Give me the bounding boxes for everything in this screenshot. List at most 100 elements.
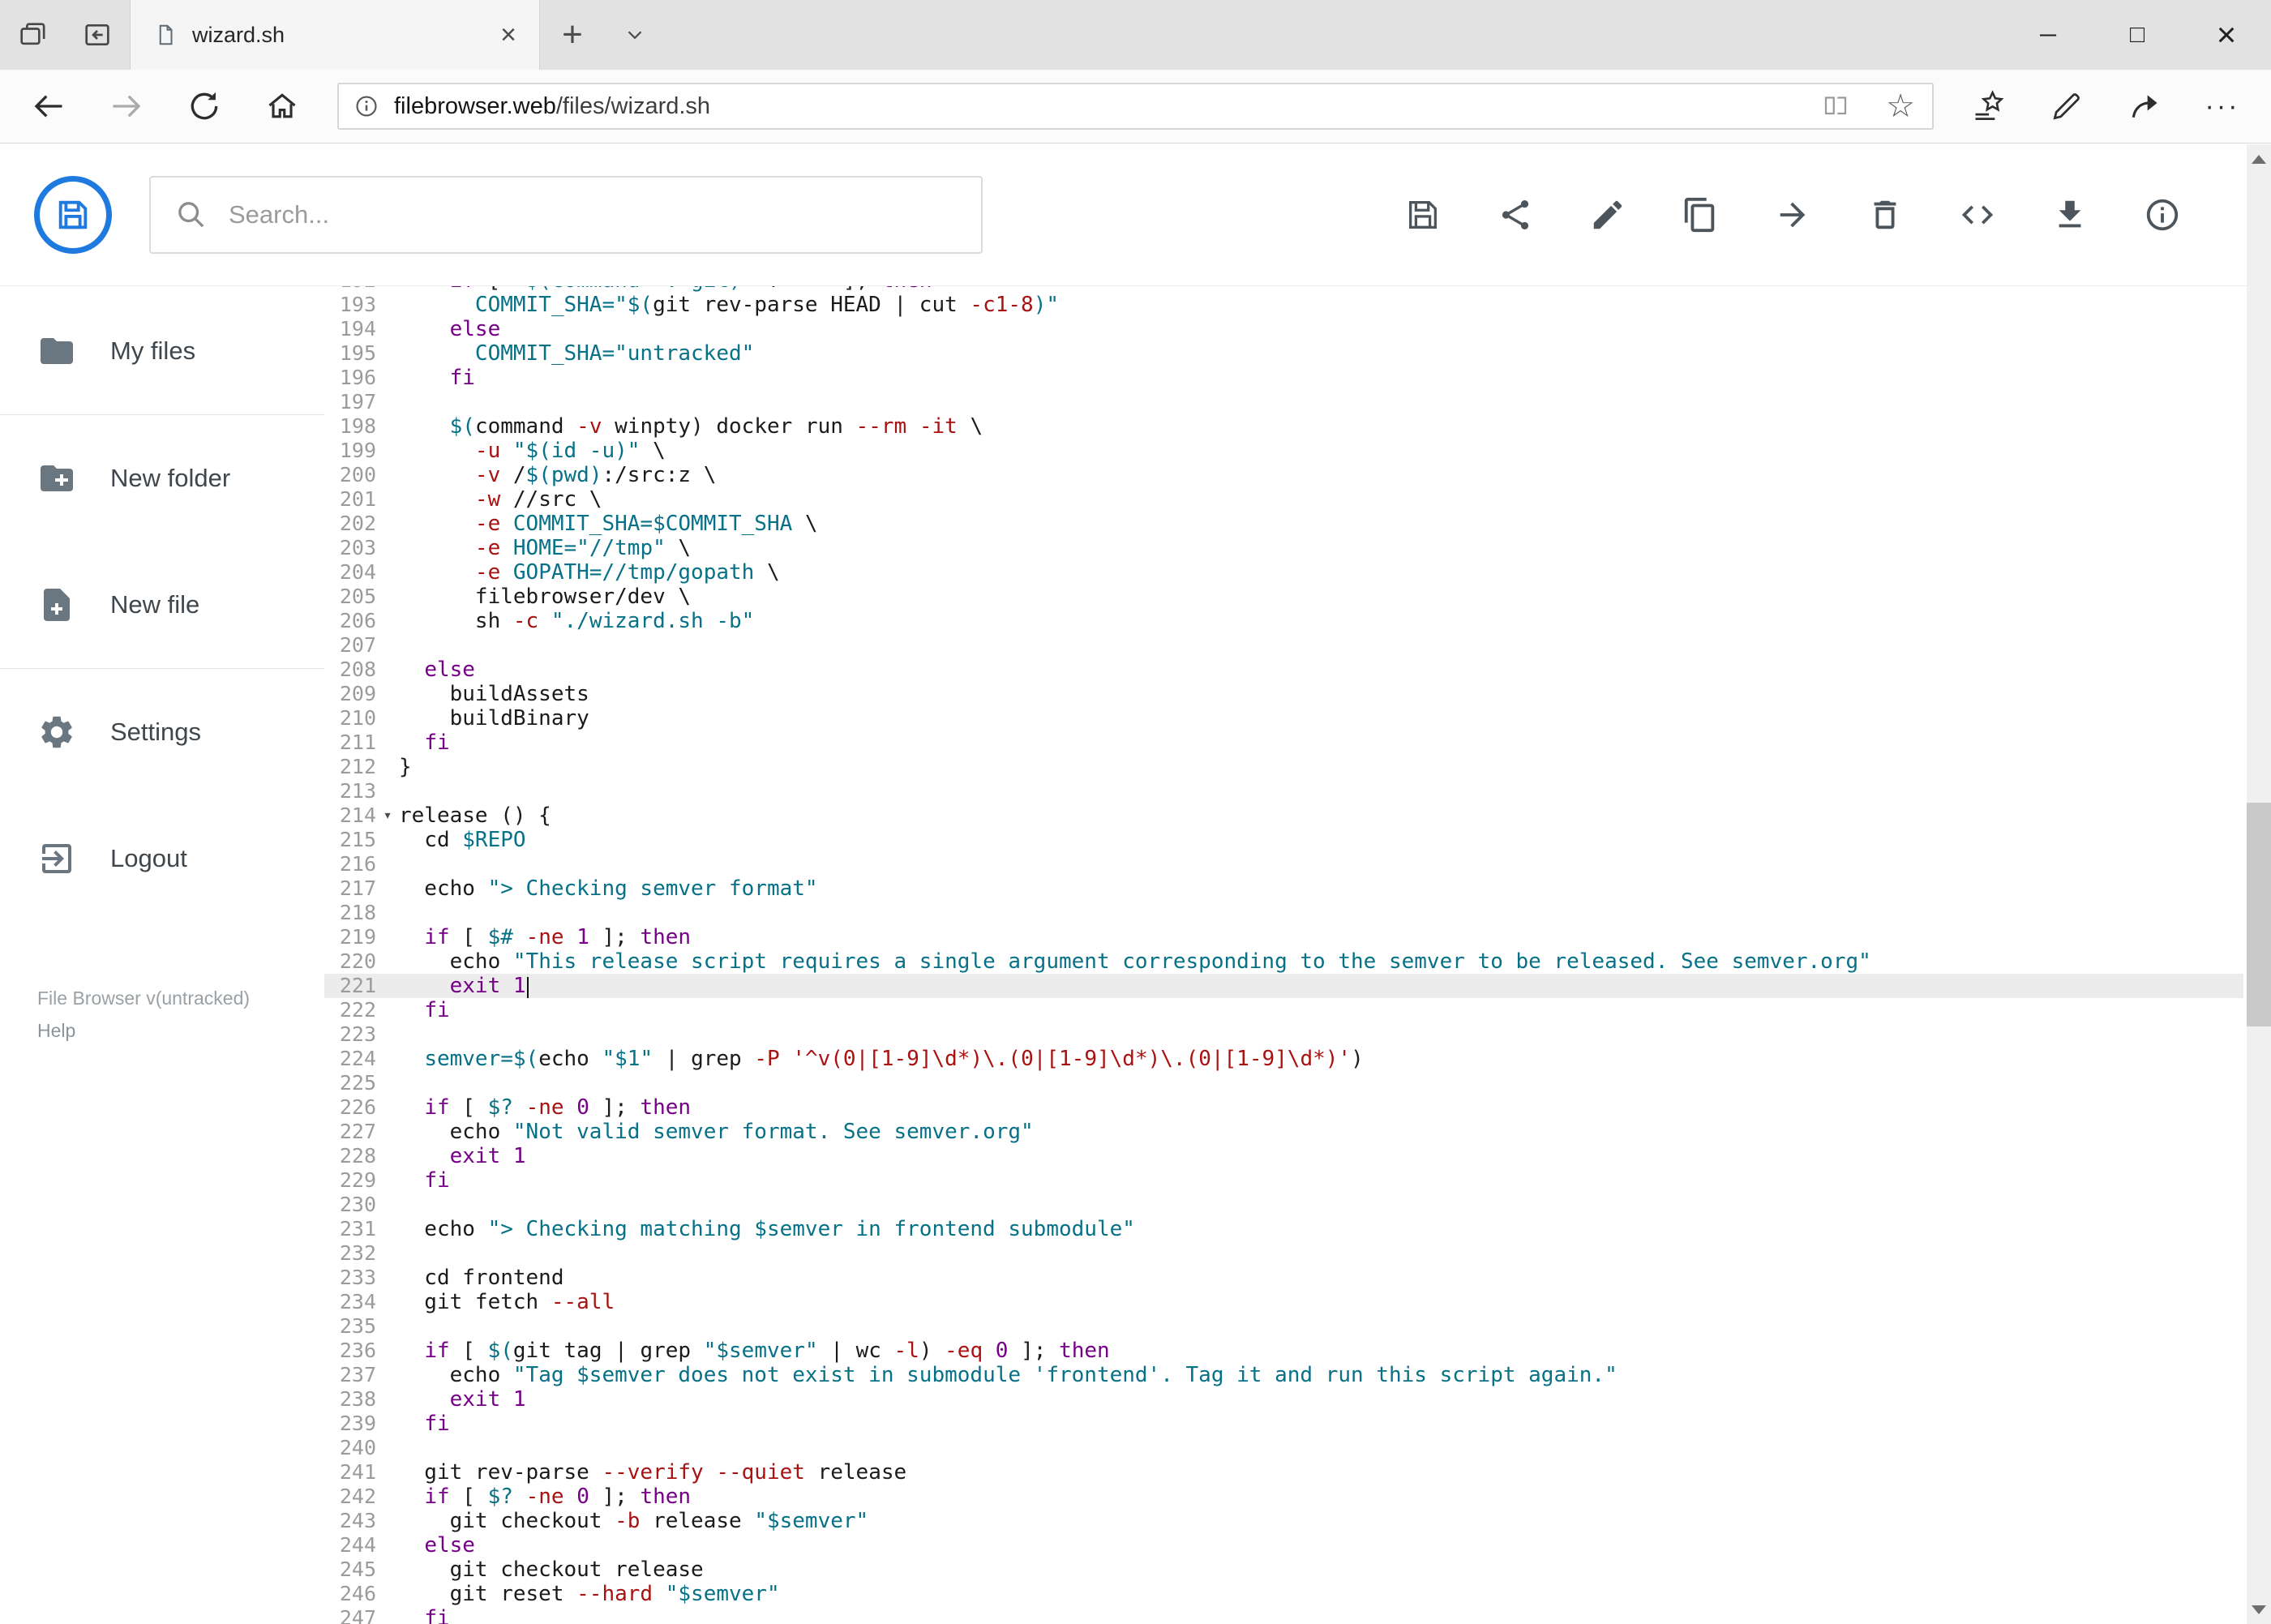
code-line[interactable]: 238 exit 1 <box>324 1387 2243 1412</box>
code-line[interactable]: 200 -v /$(pwd):/src:z \ <box>324 463 2243 487</box>
copy-button[interactable] <box>1681 195 1720 234</box>
refresh-button[interactable] <box>165 76 243 136</box>
reading-view-button[interactable] <box>1810 86 1861 126</box>
code-line[interactable]: 236 if [ $(git tag | grep "$semver" | wc… <box>324 1339 2243 1363</box>
url-text[interactable]: filebrowser.web/files/wizard.sh <box>394 93 1796 120</box>
code-line[interactable]: 220 echo "This release script requires a… <box>324 949 2243 974</box>
browser-share-button[interactable] <box>2106 76 2183 136</box>
code-line[interactable]: 237 echo "Tag $semver does not exist in … <box>324 1363 2243 1387</box>
code-line[interactable]: 234 git fetch --all <box>324 1290 2243 1314</box>
scrollbar-down-button[interactable] <box>2247 1595 2271 1624</box>
code-line[interactable]: 208 else <box>324 658 2243 682</box>
maximize-button[interactable]: □ <box>2093 0 2182 70</box>
share-button[interactable] <box>1496 195 1535 234</box>
code-line[interactable]: 230 <box>324 1193 2243 1217</box>
code-line[interactable]: 204 -e GOPATH=//tmp/gopath \ <box>324 560 2243 585</box>
code-line[interactable]: 212} <box>324 755 2243 779</box>
code-line[interactable]: 202 -e COMMIT_SHA=$COMMIT_SHA \ <box>324 512 2243 536</box>
sidebar-item-settings[interactable]: Settings <box>0 669 324 795</box>
code-line[interactable]: 192 if [ "$(command -v git)" != "" ]; th… <box>324 286 2243 293</box>
sidebar-item-new-file[interactable]: New file <box>0 542 324 668</box>
code-line[interactable]: 205 filebrowser/dev \ <box>324 585 2243 609</box>
code-line[interactable]: 232 <box>324 1241 2243 1266</box>
address-bar[interactable]: filebrowser.web/files/wizard.sh ☆ <box>337 83 1934 130</box>
code-line[interactable]: 221 exit 1 <box>324 974 2243 998</box>
home-button[interactable] <box>243 76 321 136</box>
code-line[interactable]: 201 -w //src \ <box>324 487 2243 512</box>
tab-close-button[interactable]: × <box>491 17 526 53</box>
code-line[interactable]: 194 else <box>324 317 2243 341</box>
rename-button[interactable] <box>1588 195 1627 234</box>
back-button[interactable] <box>10 76 88 136</box>
code-line[interactable]: 199 -u "$(id -u)" \ <box>324 439 2243 463</box>
delete-button[interactable] <box>1866 195 1905 234</box>
code-line[interactable]: 213 <box>324 779 2243 803</box>
info-button[interactable] <box>2143 195 2182 234</box>
save-button[interactable] <box>1403 195 1442 234</box>
move-button[interactable] <box>1773 195 1812 234</box>
code-line[interactable]: 215 cd $REPO <box>324 828 2243 852</box>
forward-button[interactable] <box>88 76 165 136</box>
set-tabs-aside-button[interactable] <box>65 0 130 70</box>
help-link[interactable]: Help <box>37 1014 287 1047</box>
code-line[interactable]: 219 if [ $# -ne 1 ]; then <box>324 925 2243 949</box>
code-line[interactable]: 242 if [ $? -ne 0 ]; then <box>324 1485 2243 1509</box>
code-line[interactable]: 245 git checkout release <box>324 1558 2243 1582</box>
code-line[interactable]: 214 ▾ release () { <box>324 803 2243 828</box>
scrollbar-thumb[interactable] <box>2247 803 2271 1026</box>
sidebar-item-my-files[interactable]: My files <box>0 288 324 414</box>
more-button[interactable]: ··· <box>2183 76 2261 136</box>
new-tab-button[interactable]: + <box>540 0 605 70</box>
code-line[interactable]: 216 <box>324 852 2243 876</box>
tab-list-button[interactable] <box>605 0 665 70</box>
code-line[interactable]: 222 fi <box>324 998 2243 1022</box>
code-line[interactable]: 203 -e HOME="//tmp" \ <box>324 536 2243 560</box>
code-editor[interactable]: 192 if [ "$(command -v git)" != "" ]; th… <box>324 286 2271 1624</box>
code-line[interactable]: 211 fi <box>324 731 2243 755</box>
code-line[interactable]: 218 <box>324 901 2243 925</box>
download-button[interactable] <box>2050 195 2089 234</box>
code-line[interactable]: 217 echo "> Checking semver format" <box>324 876 2243 901</box>
code-line[interactable]: 247 fi <box>324 1606 2243 1624</box>
sidebar-item-new-folder[interactable]: New folder <box>0 415 324 542</box>
browser-tab[interactable]: wizard.sh × <box>130 0 540 70</box>
web-note-button[interactable] <box>2028 76 2106 136</box>
tab-preview-button[interactable] <box>0 0 65 70</box>
code-line[interactable]: 210 buildBinary <box>324 706 2243 731</box>
close-button[interactable]: × <box>2182 0 2271 70</box>
site-info-icon[interactable] <box>354 93 379 119</box>
code-line[interactable]: 224 semver=$(echo "$1" | grep -P '^v(0|[… <box>324 1047 2243 1071</box>
code-line[interactable]: 226 if [ $? -ne 0 ]; then <box>324 1095 2243 1120</box>
code-line[interactable]: 244 else <box>324 1533 2243 1558</box>
search-input[interactable] <box>229 199 957 229</box>
code-line[interactable]: 235 <box>324 1314 2243 1339</box>
sidebar-item-logout[interactable]: Logout <box>0 795 324 922</box>
code-line[interactable]: 229 fi <box>324 1168 2243 1193</box>
scrollbar-up-button[interactable] <box>2247 144 2271 174</box>
hub-button[interactable] <box>1950 76 2028 136</box>
code-line[interactable]: 227 echo "Not valid semver format. See s… <box>324 1120 2243 1144</box>
code-line[interactable]: 240 <box>324 1436 2243 1460</box>
minimize-button[interactable]: ─ <box>2003 0 2093 70</box>
code-line[interactable]: 196 fi <box>324 366 2243 390</box>
code-line[interactable]: 207 <box>324 633 2243 658</box>
code-line[interactable]: 231 echo "> Checking matching $semver in… <box>324 1217 2243 1241</box>
code-button[interactable] <box>1958 195 1997 234</box>
search-box[interactable] <box>149 175 983 254</box>
code-line[interactable]: 246 git reset --hard "$semver" <box>324 1582 2243 1606</box>
code-line[interactable]: 193 COMMIT_SHA="$(git rev-parse HEAD | c… <box>324 293 2243 317</box>
code-line[interactable]: 209 buildAssets <box>324 682 2243 706</box>
code-line[interactable]: 195 COMMIT_SHA="untracked" <box>324 341 2243 366</box>
code-line[interactable]: 243 git checkout -b release "$semver" <box>324 1509 2243 1533</box>
page-scrollbar[interactable] <box>2247 144 2271 1624</box>
code-line[interactable]: 233 cd frontend <box>324 1266 2243 1290</box>
code-line[interactable]: 197 <box>324 390 2243 414</box>
code-line[interactable]: 241 git rev-parse --verify --quiet relea… <box>324 1460 2243 1485</box>
code-line[interactable]: 225 <box>324 1071 2243 1095</box>
code-line[interactable]: 206 sh -c "./wizard.sh -b" <box>324 609 2243 633</box>
code-line[interactable]: 198 $(command -v winpty) docker run --rm… <box>324 414 2243 439</box>
fold-arrow-icon[interactable]: ▾ <box>376 803 399 828</box>
favorite-button[interactable]: ☆ <box>1875 86 1926 126</box>
code-line[interactable]: 228 exit 1 <box>324 1144 2243 1168</box>
code-line[interactable]: 223 <box>324 1022 2243 1047</box>
